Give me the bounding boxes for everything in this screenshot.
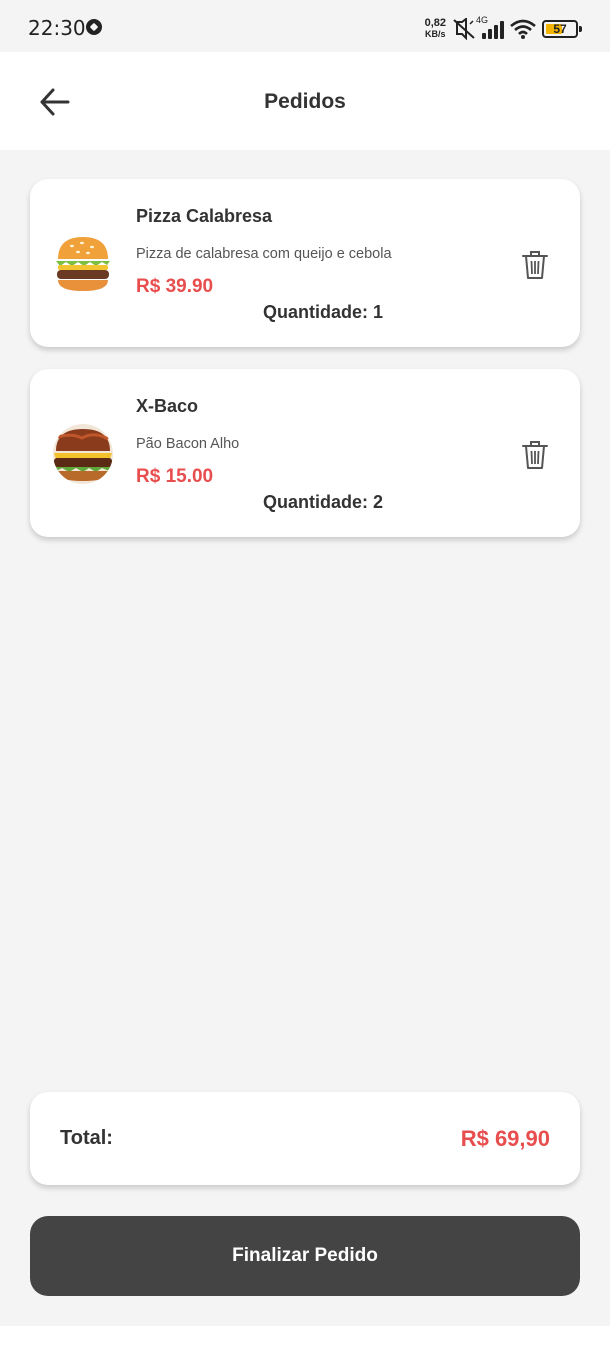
trash-icon[interactable] (520, 249, 550, 281)
wifi-icon (510, 19, 536, 39)
item-quantity: Quantidade: 1 (262, 302, 383, 322)
order-card: Pizza Calabresa Pizza de calabresa com q… (30, 179, 580, 347)
status-icons: 0,82 KB/s 4G 57 (424, 15, 582, 42)
football-icon (86, 19, 102, 35)
item-name: X-Baco (136, 396, 199, 416)
hamburger-emoji-icon (56, 237, 110, 291)
burger-photo-icon (53, 424, 113, 484)
battery-icon: 57 (542, 20, 582, 38)
total-value: R$ 69,90 (460, 1126, 550, 1151)
finish-order-button[interactable]: Finalizar Pedido (30, 1216, 580, 1296)
item-name: Pizza Calabresa (136, 206, 273, 226)
status-time: 22:30 (28, 16, 86, 40)
total-label: Total: (60, 1127, 113, 1149)
item-description: Pizza de calabresa com queijo e cebola (136, 246, 392, 262)
vibrate-mute-icon (453, 18, 475, 40)
app-header: Pedidos (0, 52, 610, 150)
status-bar: 22:30 0,82 KB/s 4G 57 (0, 0, 610, 56)
trash-icon[interactable] (520, 439, 550, 471)
item-description: Pão Bacon Alho (136, 436, 240, 452)
item-price: R$ 15.00 (136, 466, 214, 487)
signal-icon: 4G (476, 15, 504, 39)
page-title: Pedidos (264, 90, 346, 113)
item-quantity: Quantidade: 2 (262, 492, 383, 512)
order-card: X-Baco Pão Bacon Alho R$ 15.00 Quantidad… (30, 369, 580, 537)
net-speed: 0,82 KB/s (424, 17, 446, 40)
item-price: R$ 39.90 (136, 276, 214, 297)
bottom-strip (0, 1326, 610, 1356)
total-card: Total: R$ 69,90 (30, 1092, 580, 1185)
